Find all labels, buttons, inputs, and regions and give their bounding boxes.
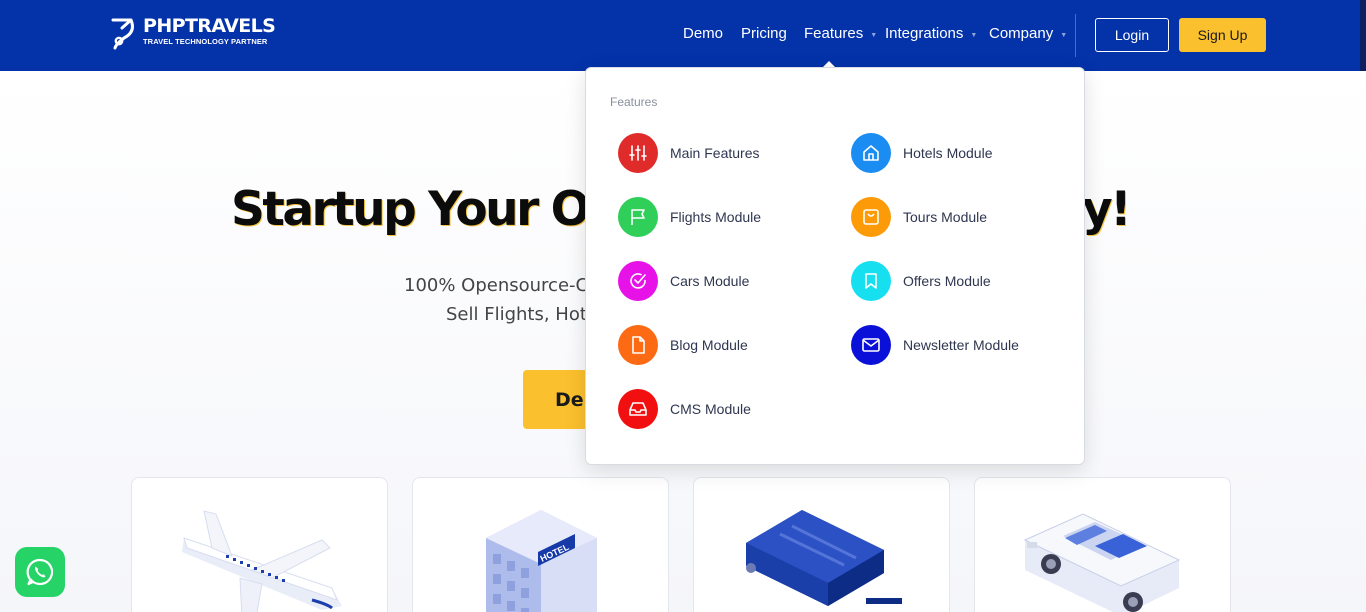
sliders-icon (618, 133, 658, 173)
menu-item-offers-module[interactable]: Offers Module (851, 261, 991, 301)
inbox-icon (618, 389, 658, 429)
dropdown-heading: Features (610, 95, 658, 109)
menu-item-cms-module[interactable]: CMS Module (618, 389, 751, 429)
nav-demo-link[interactable]: Demo (683, 25, 723, 42)
flights-card[interactable] (131, 477, 388, 612)
menu-item-label: Main Features (670, 145, 760, 161)
menu-item-main-features[interactable]: Main Features (618, 133, 759, 173)
menu-item-label: Tours Module (903, 209, 988, 225)
chevron-down-icon: ▼ (870, 31, 878, 39)
menu-item-label: Newsletter Module (903, 337, 1019, 353)
brand-tagline: TRAVEL TECHNOLOGY PARTNER (143, 37, 268, 46)
hero-subtitle-line-2-text: Sell Flights, Hote (446, 304, 598, 325)
menu-item-label: Hotels Module (903, 145, 993, 161)
file-icon (618, 325, 658, 365)
login-button[interactable]: Login (1095, 18, 1169, 52)
brand-logo[interactable]: PHPTRAVELS TRAVEL TECHNOLOGY PARTNER (110, 15, 276, 50)
car-illustration-icon (1023, 513, 1181, 612)
hero-subtitle-line-1-text: 100% Opensource-Co (404, 275, 600, 296)
chevron-down-icon: ▼ (1060, 31, 1068, 39)
nav-pricing-link[interactable]: Pricing (741, 25, 787, 42)
airplane-illustration-icon (182, 510, 342, 612)
features-dropdown-menu: Features Main Features Hotels Module Fli… (585, 67, 1085, 465)
nav-features-label: Features (804, 25, 864, 42)
luggage-illustration-icon (746, 510, 902, 606)
chevron-down-icon: ▼ (970, 31, 978, 39)
menu-item-label: CMS Module (670, 401, 751, 417)
scrollbar-track[interactable] (1360, 0, 1366, 71)
nav-integrations-label: Integrations (885, 25, 964, 42)
hotels-card[interactable]: HOTEL (412, 477, 669, 612)
hero-title-left: Startup Your Onl (231, 182, 635, 237)
flag-icon (618, 197, 658, 237)
menu-item-label: Cars Module (670, 273, 750, 289)
brand-logo-mark-icon (111, 18, 134, 50)
hotel-illustration-icon: HOTEL (486, 510, 597, 612)
nav-features-link[interactable]: Features ▼ (804, 25, 877, 42)
menu-item-label: Offers Module (903, 273, 991, 289)
brand-name: PHPTRAVELS (143, 15, 276, 37)
menu-item-label: Blog Module (670, 337, 748, 353)
menu-item-tours-module[interactable]: Tours Module (851, 197, 987, 237)
menu-item-flights-module[interactable]: Flights Module (618, 197, 761, 237)
nav-pricing-label: Pricing (741, 25, 787, 42)
whatsapp-icon (26, 558, 54, 586)
menu-item-newsletter-module[interactable]: Newsletter Module (851, 325, 1019, 365)
cars-card[interactable] (974, 477, 1231, 612)
nav-divider (1075, 14, 1076, 57)
nav-company-label: Company (989, 25, 1054, 42)
tours-card[interactable] (693, 477, 950, 612)
top-navbar: PHPTRAVELS TRAVEL TECHNOLOGY PARTNER Dem… (0, 0, 1366, 71)
whatsapp-chat-button[interactable] (15, 547, 65, 597)
menu-item-cars-module[interactable]: Cars Module (618, 261, 749, 301)
nav-company-link[interactable]: Company ▼ (989, 25, 1067, 42)
menu-item-hotels-module[interactable]: Hotels Module (851, 133, 993, 173)
home-icon (851, 133, 891, 173)
shopping-bag-icon (851, 197, 891, 237)
hero-title-right: y! (1082, 182, 1132, 237)
nav-integrations-link[interactable]: Integrations ▼ (885, 25, 977, 42)
signup-button[interactable]: Sign Up (1179, 18, 1266, 52)
bookmark-icon (851, 261, 891, 301)
menu-item-label: Flights Module (670, 209, 762, 225)
nav-demo-label: Demo (683, 25, 724, 42)
mail-icon (851, 325, 891, 365)
check-circle-icon (618, 261, 658, 301)
menu-item-blog-module[interactable]: Blog Module (618, 325, 748, 365)
